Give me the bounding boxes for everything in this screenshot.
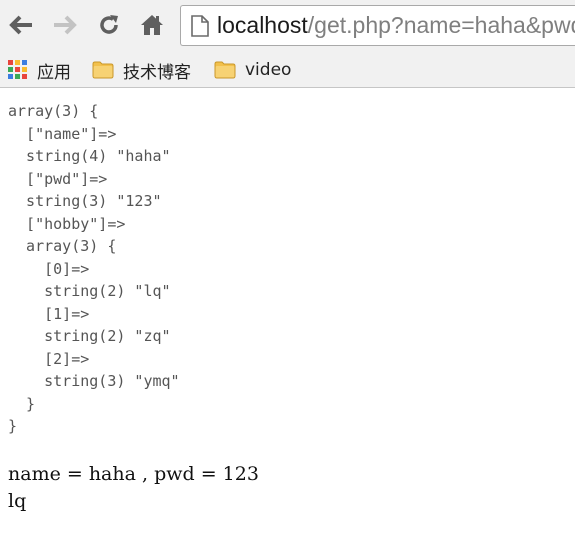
dump-line: } [8, 394, 36, 413]
reload-icon [100, 15, 118, 34]
dump-line: ["hobby"]=> [8, 214, 126, 233]
bookmarks-bar: 应用 技术博客 video [0, 52, 575, 88]
dump-line: array(3) { [8, 237, 117, 255]
dump-line: [1]=> [8, 304, 90, 323]
bookmark-apps[interactable]: 应用 [8, 57, 71, 83]
dump-line: array(3) { [8, 102, 99, 120]
dump-line: string(2) "lq" [8, 282, 171, 300]
output-line: lq [8, 489, 27, 512]
dump-line: string(3) "123" [8, 192, 162, 210]
bookmark-video[interactable]: video [214, 57, 291, 83]
folder-icon [92, 61, 114, 79]
apps-icon [8, 60, 27, 79]
bookmark-label: video [245, 60, 292, 80]
back-button[interactable] [6, 10, 36, 40]
url-host: localhost [217, 12, 308, 38]
url-text: localhost/get.php?name=haha&pwd=123&hobb… [217, 12, 575, 39]
bookmark-tech-blog[interactable]: 技术博客 [92, 57, 191, 83]
dump-line: string(3) "ymq" [8, 372, 180, 390]
address-bar[interactable]: localhost/get.php?name=haha&pwd=123&hobb… [180, 5, 575, 46]
forward-icon [54, 15, 77, 35]
dump-line: string(4) "haha" [8, 147, 171, 165]
dump-line: } [8, 417, 18, 435]
dump-line: [2]=> [8, 349, 90, 368]
dump-line: ["pwd"]=> [8, 169, 108, 188]
bookmark-label: 技术博客 [123, 62, 191, 83]
bookmark-label: 应用 [37, 62, 71, 83]
home-icon [141, 15, 163, 35]
page-icon [191, 14, 209, 37]
home-button[interactable] [137, 10, 167, 40]
back-icon [9, 15, 32, 35]
echo-output: name = haha , pwd = 123 lq [8, 438, 575, 515]
forward-button[interactable] [50, 10, 80, 40]
output-line: name = haha , pwd = 123 [8, 462, 259, 485]
folder-icon [214, 61, 236, 79]
dump-line: string(2) "zq" [8, 327, 171, 345]
browser-toolbar: localhost/get.php?name=haha&pwd=123&hobb… [0, 0, 575, 52]
dump-line: [0]=> [8, 259, 90, 278]
url-path: /get.php?name=haha&pwd=123&hobby[]=lq&ho… [307, 12, 575, 38]
dump-line: ["name"]=> [8, 124, 117, 143]
reload-button[interactable] [94, 10, 124, 40]
var-dump-output: array(3) { ["name"]=> string(4) "haha" [… [8, 100, 575, 438]
page-content: array(3) { ["name"]=> string(4) "haha" [… [8, 100, 575, 515]
